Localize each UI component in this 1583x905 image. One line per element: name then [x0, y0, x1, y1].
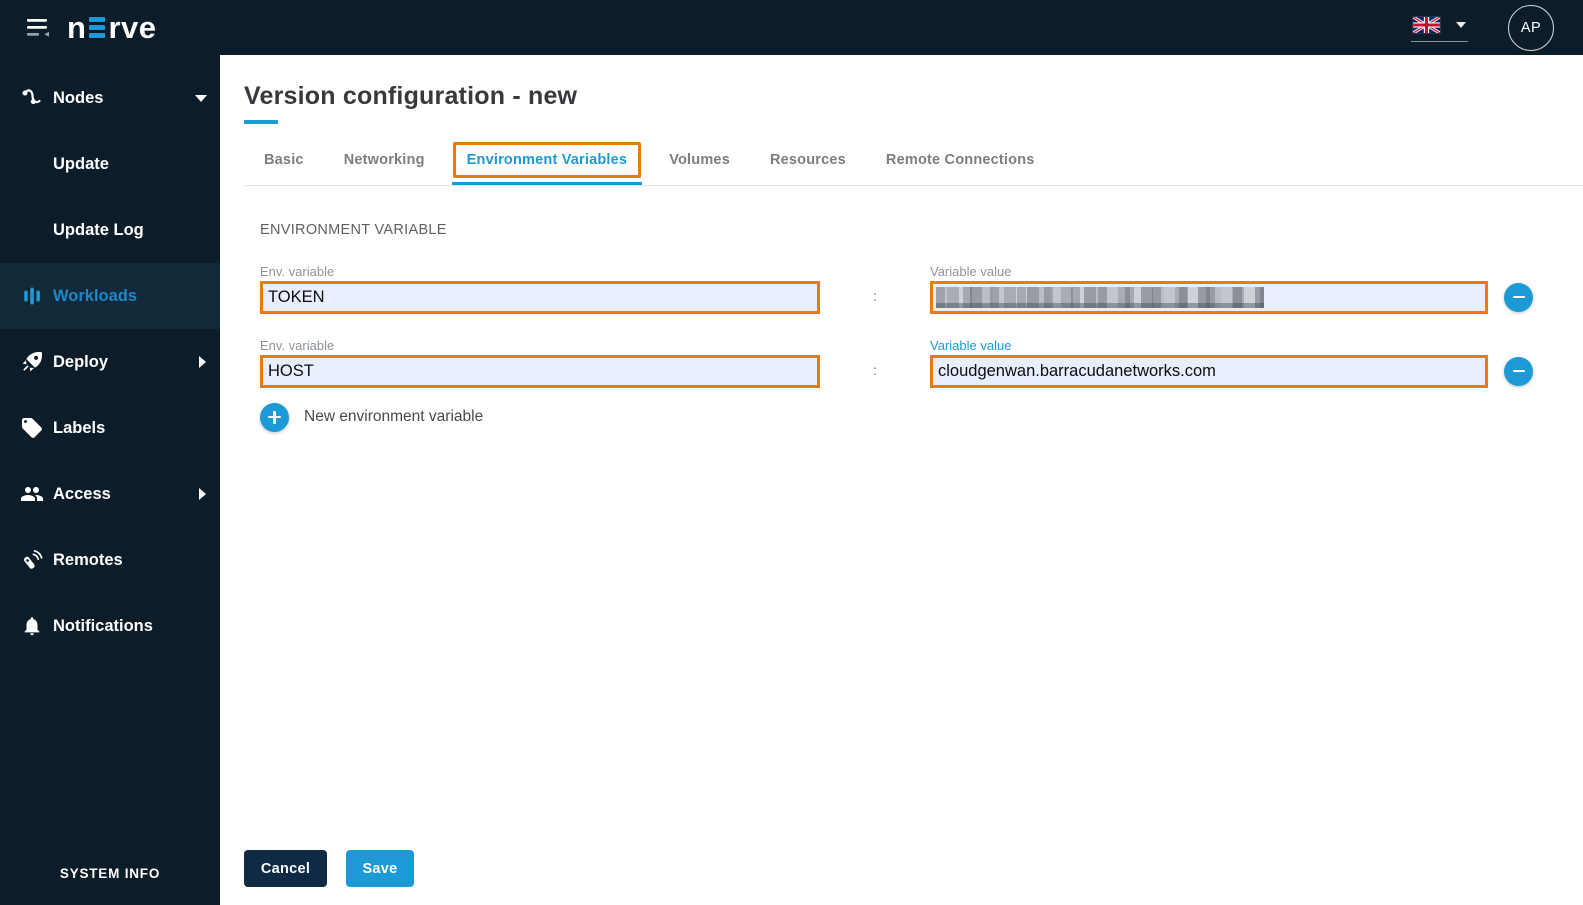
add-variable-button[interactable] [260, 402, 289, 432]
uk-flag-icon [1413, 17, 1440, 33]
env-name-field: Env. variable [260, 338, 820, 388]
sidebar-item-label: Labels [53, 418, 106, 437]
add-variable-label[interactable]: New environment variable [304, 408, 483, 426]
chevron-down-icon [1456, 22, 1466, 28]
chevron-down-icon [195, 95, 207, 102]
sidebar-item-label: Update Log [53, 220, 144, 239]
env-value-field: Variable value [930, 264, 1488, 314]
minus-icon [1512, 295, 1525, 299]
tab-resources[interactable]: Resources [750, 152, 866, 168]
env-name-input-box [260, 354, 820, 388]
sidebar-item-nodes[interactable]: Nodes [0, 65, 220, 131]
env-name-label: Env. variable [260, 337, 335, 353]
main-content: Version configuration - new Basic Networ… [220, 55, 1583, 905]
sidebar-item-label: Update [53, 154, 109, 173]
avatar-initials: AP [1520, 19, 1542, 36]
language-selector[interactable] [1411, 13, 1468, 42]
tag-icon [20, 416, 44, 440]
sidebar-item-label: Access [53, 484, 111, 503]
tab-networking[interactable]: Networking [324, 152, 445, 168]
nerve-logo: n rve [67, 12, 156, 43]
sidebar-item-update-log[interactable]: Update Log [0, 197, 220, 263]
environment-variables-section: ENVIRONMENT VARIABLE Env. variable : Var… [260, 222, 1559, 432]
sidebar-nav: Nodes Update Update Log Workloads Deploy… [0, 55, 220, 905]
minus-icon [1512, 369, 1525, 373]
plus-icon [268, 410, 281, 424]
sidebar-item-label: Notifications [53, 616, 153, 635]
logo-e-bars-icon [89, 17, 106, 38]
env-name-input-box [260, 280, 820, 314]
sidebar-item-labels[interactable]: Labels [0, 395, 220, 461]
logo-text-left: n [67, 10, 87, 45]
env-name-input[interactable] [263, 361, 817, 381]
title-accent-bar [244, 120, 278, 124]
env-value-label: Variable value [930, 263, 1012, 279]
top-header: n rve AP [0, 0, 1583, 55]
colon-separator: : [873, 287, 877, 304]
bell-icon [20, 614, 44, 638]
cancel-button[interactable]: Cancel [244, 850, 327, 887]
system-info-link[interactable]: SYSTEM INFO [0, 866, 220, 881]
menu-toggle-icon[interactable] [27, 18, 50, 38]
header-right: AP [1411, 4, 1554, 51]
sidebar-item-workloads[interactable]: Workloads [0, 263, 220, 329]
sidebar-item-update[interactable]: Update [0, 131, 220, 197]
section-heading: ENVIRONMENT VARIABLE [260, 221, 447, 238]
sidebar-item-label: Workloads [53, 286, 138, 305]
workloads-icon [20, 284, 44, 308]
page-title: Version configuration - new [244, 82, 578, 110]
env-value-label: Variable value [930, 337, 1012, 353]
sidebar-item-deploy[interactable]: Deploy [0, 329, 220, 395]
sidebar-item-label: Nodes [53, 88, 104, 107]
add-variable-row: New environment variable [260, 402, 1559, 432]
env-value-input[interactable] [933, 361, 1485, 381]
tab-basic[interactable]: Basic [244, 152, 324, 168]
sidebar-item-remotes[interactable]: Remotes [0, 527, 220, 593]
redacted-value [936, 286, 1264, 308]
env-value-field: Variable value [930, 338, 1488, 388]
sidebar-item-label: Remotes [53, 550, 123, 569]
logo-text-right: rve [108, 10, 157, 45]
sidebar-item-access[interactable]: Access [0, 461, 220, 527]
form-actions: Cancel Save [244, 850, 414, 887]
colon-separator: : [873, 361, 877, 378]
remote-control-icon [20, 548, 44, 572]
chevron-right-icon [199, 488, 206, 500]
env-name-field: Env. variable [260, 264, 820, 314]
env-variable-row: Env. variable : Variable value [260, 338, 1559, 388]
env-value-input-box [930, 354, 1488, 388]
remove-variable-button[interactable] [1504, 356, 1533, 386]
rocket-icon [20, 350, 44, 374]
tab-remote-connections[interactable]: Remote Connections [866, 152, 1055, 168]
user-avatar[interactable]: AP [1508, 4, 1554, 51]
tab-volumes[interactable]: Volumes [649, 152, 750, 168]
sidebar-item-notifications[interactable]: Notifications [0, 593, 220, 659]
tab-environment-variables[interactable]: Environment Variables [451, 142, 642, 185]
env-value-input-box[interactable] [930, 280, 1488, 314]
chevron-right-icon [199, 356, 206, 368]
nodes-icon [20, 86, 44, 110]
save-button[interactable]: Save [346, 850, 414, 887]
env-variable-row: Env. variable : Variable value [260, 264, 1559, 314]
env-name-input[interactable] [263, 287, 817, 307]
tab-bar: Basic Networking Environment Variables V… [244, 136, 1583, 186]
remove-variable-button[interactable] [1504, 282, 1533, 312]
env-name-label: Env. variable [260, 263, 335, 279]
sidebar-item-label: Deploy [53, 352, 109, 371]
users-icon [20, 482, 44, 506]
